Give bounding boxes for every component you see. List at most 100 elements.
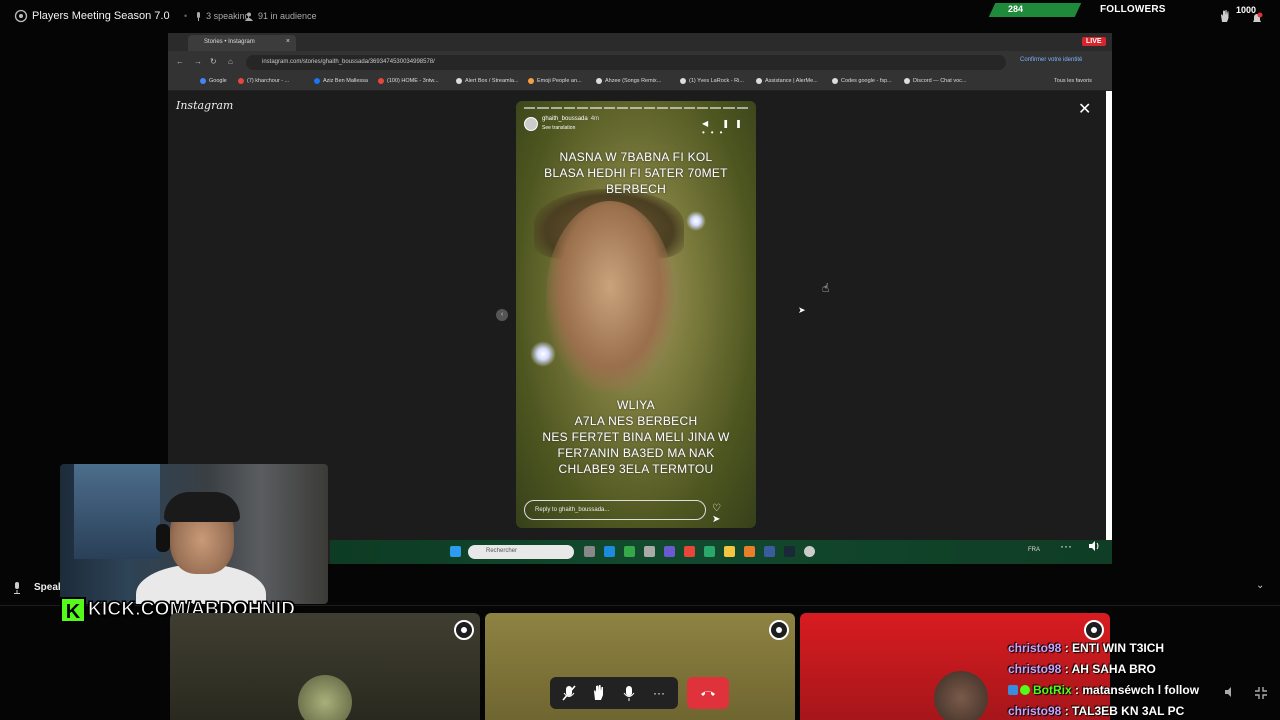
browser-tab-bar: Stories • Instagram × LIVE — [168, 33, 1112, 51]
avatar[interactable] — [298, 675, 352, 720]
speaker-tile-1[interactable] — [170, 613, 480, 720]
webcam-headset — [156, 524, 170, 552]
bookmark-item[interactable]: Codes google - fsp... — [832, 78, 892, 84]
mic-icon[interactable] — [616, 680, 642, 706]
tray-language[interactable]: FRA — [1028, 547, 1040, 553]
stage-moderator-icon — [454, 620, 474, 640]
chat-message: christo98 : TAL3EB KN 3AL PC — [1008, 700, 1228, 720]
bookmark-label: (1) Yves LaRock - Ri... — [689, 78, 744, 84]
story-text-line: FER7ANIN BA3ED MA NAK — [557, 446, 715, 460]
chat-username[interactable]: BotRix — [1033, 683, 1072, 697]
webcam-person-cap — [164, 492, 240, 522]
stage-moderator-icon — [769, 620, 789, 640]
bookmark-favicon-icon — [832, 78, 838, 84]
chat-message: christo98 : ENTI WIN T3ICH — [1008, 637, 1228, 658]
scrollbar[interactable] — [1106, 91, 1112, 540]
bookmark-label: Discord — Chat voc... — [913, 78, 967, 84]
story-text-line: CHLABE9 3ELA TERMTOU — [558, 462, 714, 476]
verify-identity[interactable]: Confirmer votre identité — [1020, 57, 1082, 63]
top-bar: Players Meeting Season 7.0 • 3 speaking … — [0, 0, 1280, 32]
webcam-overlay — [60, 464, 328, 604]
mute-mic-icon[interactable] — [556, 680, 582, 706]
webcam-window-bg — [74, 464, 160, 559]
all-bookmarks[interactable]: Tous les favoris — [1054, 78, 1092, 84]
bookmarks-bar: Google (7) kharchour - ... Aziz Ben Malles… — [168, 73, 1112, 91]
story-avatar[interactable] — [524, 117, 538, 131]
chat-text: : matanséwch l follow — [1075, 682, 1200, 697]
bookmark-item[interactable]: (7) kharchour - ... — [238, 78, 289, 84]
home-icon[interactable]: ⌂ — [228, 57, 233, 66]
raise-hand-icon[interactable] — [586, 680, 612, 706]
bookmark-item[interactable]: Discord — Chat voc... — [904, 78, 967, 84]
people-icon — [245, 12, 253, 21]
bookmark-label: Emoji People an... — [537, 78, 582, 84]
volume-icon[interactable] — [1224, 686, 1236, 698]
reload-icon[interactable]: ↻ — [210, 57, 217, 66]
chat-text: : TAL3EB KN 3AL PC — [1064, 703, 1185, 718]
like-share-icons[interactable]: ♡ ➤ — [712, 503, 756, 525]
light-glow — [530, 341, 556, 367]
forward-icon[interactable]: → — [194, 57, 202, 66]
previous-story-icon[interactable]: ‹ — [496, 309, 508, 321]
story-text-line: BLASA HEDHI FI 5ATER 70MET — [544, 166, 728, 180]
browser-tab[interactable]: Stories • Instagram × — [188, 35, 296, 51]
bookmark-favicon-icon — [200, 78, 206, 84]
bookmark-favicon-icon — [680, 78, 686, 84]
bookmark-item[interactable]: Google — [200, 78, 227, 84]
chat-message: christo98 : AH SAHA BRO — [1008, 658, 1228, 679]
browser-nav-bar: ← → ↻ ⌂ instagram.com/stories/ghaith_bou… — [168, 51, 1112, 73]
app-icon[interactable] — [744, 546, 755, 557]
back-icon[interactable]: ← — [176, 57, 184, 66]
download-icon[interactable] — [704, 546, 715, 557]
settings-icon[interactable] — [644, 546, 655, 557]
story-photo-face — [546, 201, 674, 391]
chevron-down-icon[interactable]: ⌄ — [1256, 580, 1264, 591]
volume-icon[interactable] — [1088, 540, 1100, 552]
hand-icon[interactable] — [1218, 9, 1232, 23]
fullscreen-icon[interactable] — [1254, 686, 1268, 700]
chat-text: : AH SAHA BRO — [1064, 661, 1156, 676]
story-controls[interactable]: ◀ ❚❚ ••• — [702, 119, 756, 137]
store-icon[interactable] — [624, 546, 635, 557]
chat-username[interactable]: christo98 — [1008, 662, 1061, 676]
end-call-button[interactable] — [687, 677, 729, 709]
app-icon[interactable] — [664, 546, 675, 557]
stage-title: Players Meeting Season 7.0 — [32, 10, 170, 22]
more-options-icon[interactable]: ··· — [646, 680, 672, 706]
bookmark-item[interactable]: Ahzee (Songs Remix... — [596, 78, 661, 84]
address-bar[interactable]: instagram.com/stories/ghaith_boussada/36… — [246, 55, 1006, 70]
chrome-icon[interactable] — [684, 546, 695, 557]
bookmark-item[interactable]: (100) HOME - 3ntw... — [378, 78, 439, 84]
edge-icon[interactable] — [604, 546, 615, 557]
bookmark-item[interactable]: Alert Box / Streamla... — [456, 78, 519, 84]
bookmark-label: Aziz Ben Mallessa — [323, 78, 368, 84]
bookmark-label: Ahzee (Songs Remix... — [605, 78, 662, 84]
folder-icon[interactable] — [724, 546, 735, 557]
story-text-line: WLIYA — [617, 398, 655, 412]
chat-username[interactable]: christo98 — [1008, 704, 1061, 718]
tab-close-icon[interactable]: × — [286, 38, 290, 45]
avatar[interactable] — [934, 671, 988, 720]
more-icon[interactable]: ··· — [1060, 539, 1072, 553]
close-icon[interactable]: ✕ — [1078, 99, 1091, 119]
taskbar-search[interactable]: Rechercher — [468, 545, 574, 559]
bookmark-item[interactable]: (1) Yves LaRock - Ri... — [680, 78, 744, 84]
story-username[interactable]: ghaith_boussada 4m — [542, 116, 599, 122]
app-icon[interactable] — [764, 546, 775, 557]
story-text-line: A7LA NES BERBECH — [574, 414, 698, 428]
bookmark-item[interactable]: Aziz Ben Mallessa — [314, 78, 368, 84]
taskview-icon[interactable] — [584, 546, 595, 557]
steam-icon[interactable] — [784, 546, 795, 557]
see-translation-link[interactable]: See translation — [542, 125, 575, 131]
bookmark-item[interactable]: Assistance | AlerMe... — [756, 78, 818, 84]
windows-taskbar: Rechercher FRA — [330, 540, 1112, 564]
story-card[interactable]: ghaith_boussada 4m See translation ◀ ❚❚ •… — [516, 101, 756, 528]
bookmark-item[interactable]: Emoji People an... — [528, 78, 582, 84]
media-icon[interactable] — [804, 546, 815, 557]
story-reply-input[interactable]: Reply to ghaith_boussada... — [524, 500, 706, 520]
windows-start-icon[interactable] — [450, 546, 461, 557]
chat-text: : ENTI WIN T3ICH — [1064, 640, 1165, 655]
instagram-logo[interactable]: Instagram — [176, 99, 233, 112]
bell-icon[interactable] — [1250, 12, 1264, 26]
chat-username[interactable]: christo98 — [1008, 641, 1061, 655]
